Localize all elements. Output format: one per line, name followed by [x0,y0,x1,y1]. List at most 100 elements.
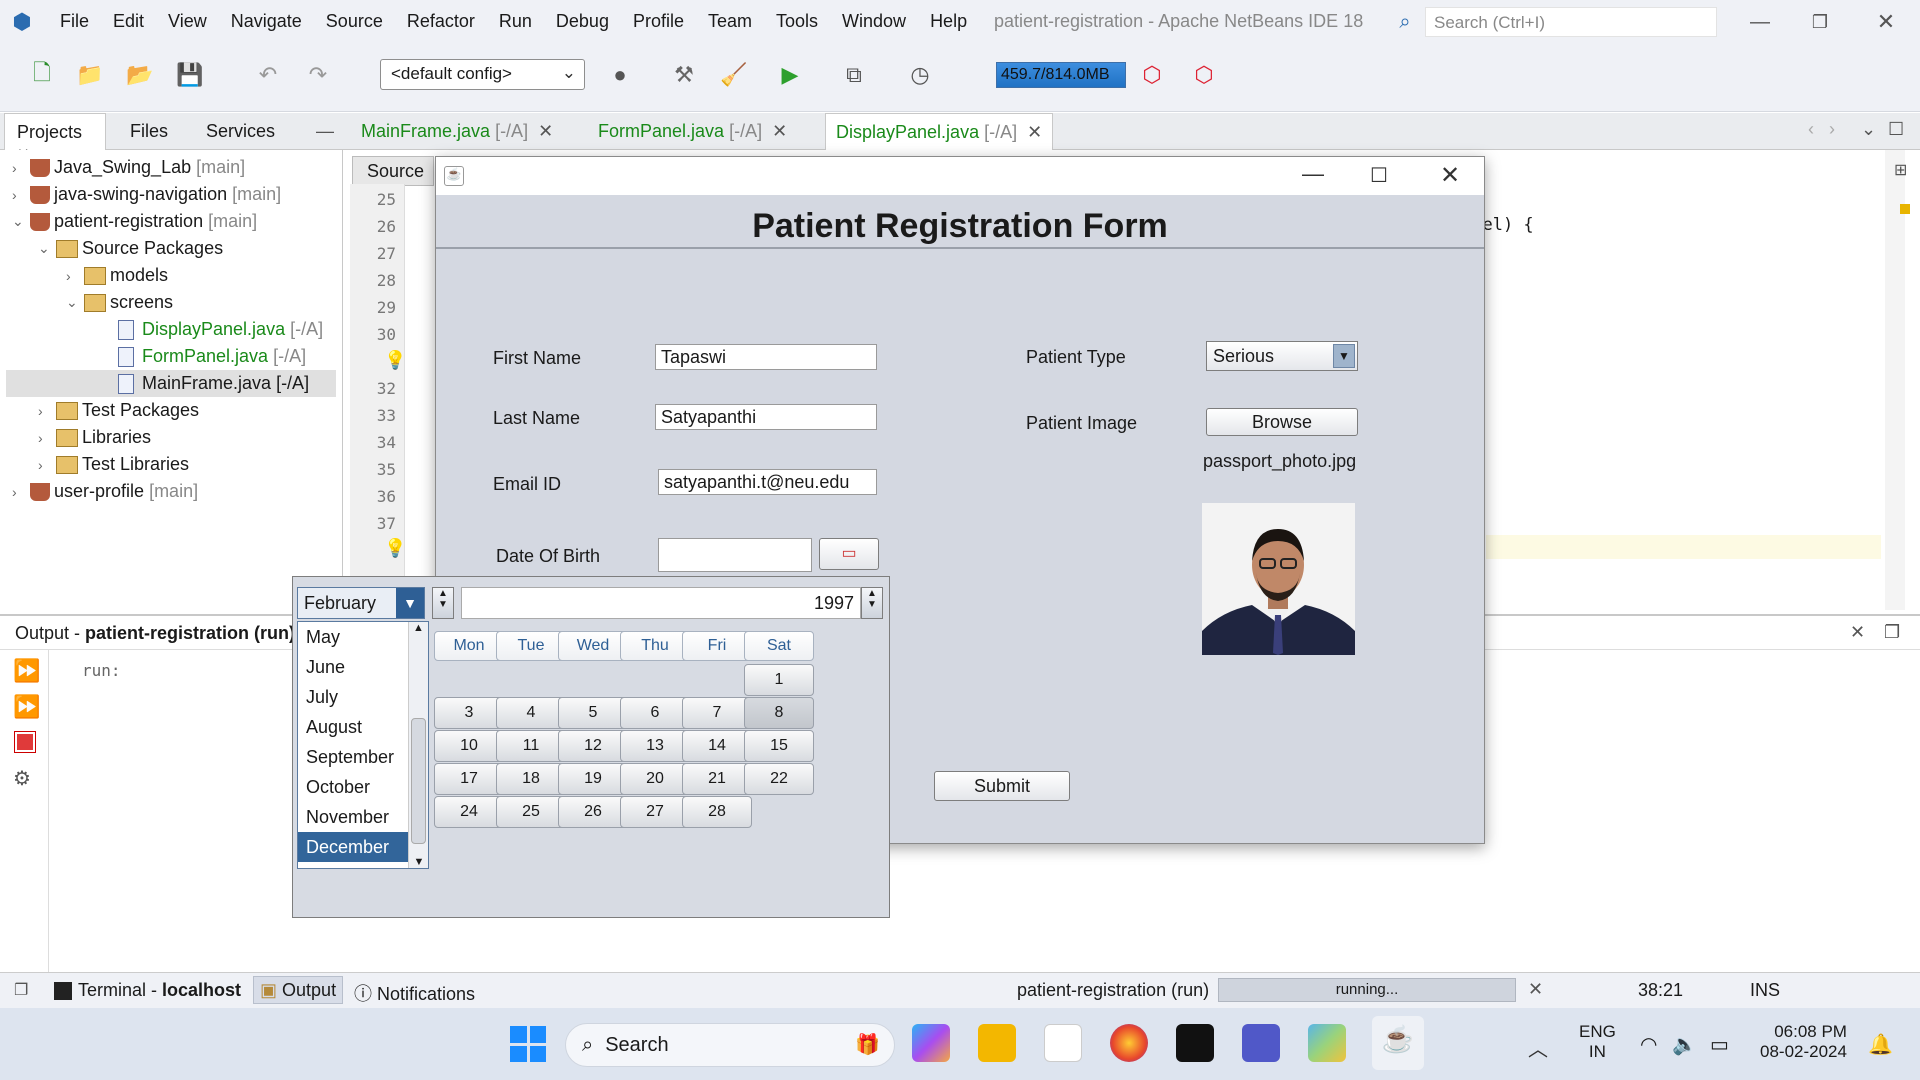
tab-displaypanel[interactable]: DisplayPanel.java [-/A] ✕ [825,113,1054,150]
warning-marker[interactable] [1900,204,1910,214]
close-icon[interactable]: ✕ [538,121,553,141]
day-button[interactable]: 27 [620,796,690,828]
menu-item-help[interactable]: Help [930,11,967,32]
expand-icon[interactable]: › [12,484,30,500]
day-button[interactable]: 24 [434,796,504,828]
spin-up-icon[interactable]: ▲ [862,588,882,599]
tree-item-libraries[interactable]: › Libraries [38,424,151,451]
spin-down-icon[interactable]: ▼ [862,599,882,610]
menu-item-team[interactable]: Team [708,11,752,32]
tab-formpanel[interactable]: FormPanel.java [-/A] ✕ [588,113,797,150]
day-button[interactable]: 18 [496,763,566,795]
hint-bulb-icon[interactable]: 💡 [384,538,406,559]
firefox-icon[interactable] [1110,1024,1148,1062]
day-button[interactable]: 28 [682,796,752,828]
menu-item-profile[interactable]: Profile [633,11,684,32]
menu-item-window[interactable]: Window [842,11,906,32]
running-task[interactable]: patient-registration (run) [1017,980,1209,1001]
first-name-field[interactable]: Tapaswi [655,344,877,370]
close-icon[interactable]: ✕ [772,121,787,141]
scroll-up-icon[interactable]: ▲ [409,622,428,634]
open-project-icon[interactable]: 📂 [122,57,158,93]
menu-item-run[interactable]: Run [499,11,532,32]
save-all-icon[interactable]: 💾 [172,57,208,93]
menu-item-source[interactable]: Source [326,11,383,32]
tree-item-mainframe[interactable]: MainFrame.java [-/A] [6,370,336,397]
expand-icon[interactable]: › [38,430,56,446]
day-button[interactable]: 15 [744,730,814,762]
search-input[interactable]: Search (Ctrl+I) [1425,7,1717,37]
dob-field[interactable] [658,538,812,572]
run-icon[interactable]: ▶ [772,57,808,93]
close-icon[interactable]: ✕ [1866,6,1906,38]
tab-projects[interactable]: Projects ✕ [4,113,106,163]
close-icon[interactable]: ✕ [1850,622,1865,643]
undo-icon[interactable]: ↶ [250,57,286,93]
new-file-icon[interactable]: 🗋 [24,57,60,93]
menu-item-file[interactable]: File [60,11,89,32]
memory-indicator[interactable]: 459.7/814.0MB [996,62,1126,88]
restore-panel-icon[interactable]: ❐ [1884,622,1900,643]
menu-item-edit[interactable]: Edit [113,11,144,32]
debug-icon[interactable]: ⧉ [836,57,872,93]
restore-icon[interactable]: ❐ [1800,6,1840,38]
tree-item-user-profile[interactable]: › user-profile [main] [12,478,198,505]
day-button[interactable]: 7 [682,697,752,729]
day-button[interactable]: 19 [558,763,628,795]
tab-list-icon[interactable]: ⌄ [1861,119,1876,140]
expand-icon[interactable]: › [12,160,30,176]
split-icon[interactable]: ⊞ [1894,160,1907,180]
day-button[interactable]: 4 [496,697,566,729]
patient-type-select[interactable]: Serious ▼ [1206,341,1358,371]
tree-item-models[interactable]: › models [66,262,168,289]
restore-window-icon[interactable]: ❐ [14,980,28,1000]
output-tab[interactable]: ▣ Output [253,976,344,1004]
day-button[interactable]: 8 [744,697,814,729]
scroll-down-icon[interactable]: ▼ [409,856,429,868]
tree-item-screens[interactable]: ⌄ screens [66,289,173,316]
java-app-active[interactable]: ☕ [1372,1016,1424,1070]
maximize-icon[interactable]: ☐ [1888,119,1904,140]
day-button[interactable]: 26 [558,796,628,828]
chevron-up-icon[interactable]: ︿ [1528,1033,1548,1062]
maximize-icon[interactable]: ☐ [1370,163,1388,188]
language-indicator[interactable]: ENG IN [1579,1022,1616,1062]
build-hammer-icon[interactable]: ⚒ [666,57,702,93]
tab-services[interactable]: Services [194,113,287,150]
volume-icon[interactable]: 🔈 [1672,1032,1697,1057]
close-icon[interactable]: ✕ [1027,122,1042,142]
scroll-thumb[interactable] [411,718,426,844]
file-explorer-icon[interactable] [978,1024,1016,1062]
minimize-icon[interactable]: — [1302,161,1324,187]
tree-item-java-swing-navigation[interactable]: › java-swing-navigation [main] [12,181,281,208]
minimize-icon[interactable]: — [1740,6,1780,38]
day-button[interactable]: 10 [434,730,504,762]
config-select[interactable]: <default config> ⌄ [380,59,585,90]
browse-button[interactable]: Browse [1206,408,1358,436]
menu-item-tools[interactable]: Tools [776,11,818,32]
store-icon[interactable] [1044,1024,1082,1062]
close-icon[interactable]: ✕ [1440,161,1460,190]
minimize-panel-icon[interactable]: — [316,121,334,142]
copilot-icon[interactable] [912,1024,950,1062]
collapse-icon[interactable]: ⌄ [38,240,56,257]
day-button[interactable]: 13 [620,730,690,762]
menu-item-view[interactable]: View [168,11,207,32]
terminal-tab[interactable]: Terminal - localhost [54,980,241,1001]
profiler-icon[interactable]: ⬡ [1186,57,1222,93]
new-project-icon[interactable]: 📁 [72,57,108,93]
month-list-scrollbar[interactable]: ▲ ▼ [408,622,428,868]
netbeans-app-icon[interactable] [1308,1024,1346,1062]
notifications-tab[interactable]: ⓘ Notifications [354,980,475,1006]
day-button[interactable]: 5 [558,697,628,729]
taskbar-search[interactable]: ⌕ Search 🎁 [565,1023,895,1067]
notification-bell-icon[interactable]: 🔔 [1868,1032,1893,1057]
day-button[interactable]: 1 [744,664,814,696]
teams-icon[interactable] [1242,1024,1280,1062]
day-button[interactable]: 3 [434,697,504,729]
tree-item-source-packages[interactable]: ⌄ Source Packages [38,235,223,262]
collapse-icon[interactable]: ⌄ [12,213,30,230]
day-button[interactable]: 12 [558,730,628,762]
spin-up-icon[interactable]: ▲ [433,588,453,599]
intellij-icon[interactable] [1176,1024,1214,1062]
